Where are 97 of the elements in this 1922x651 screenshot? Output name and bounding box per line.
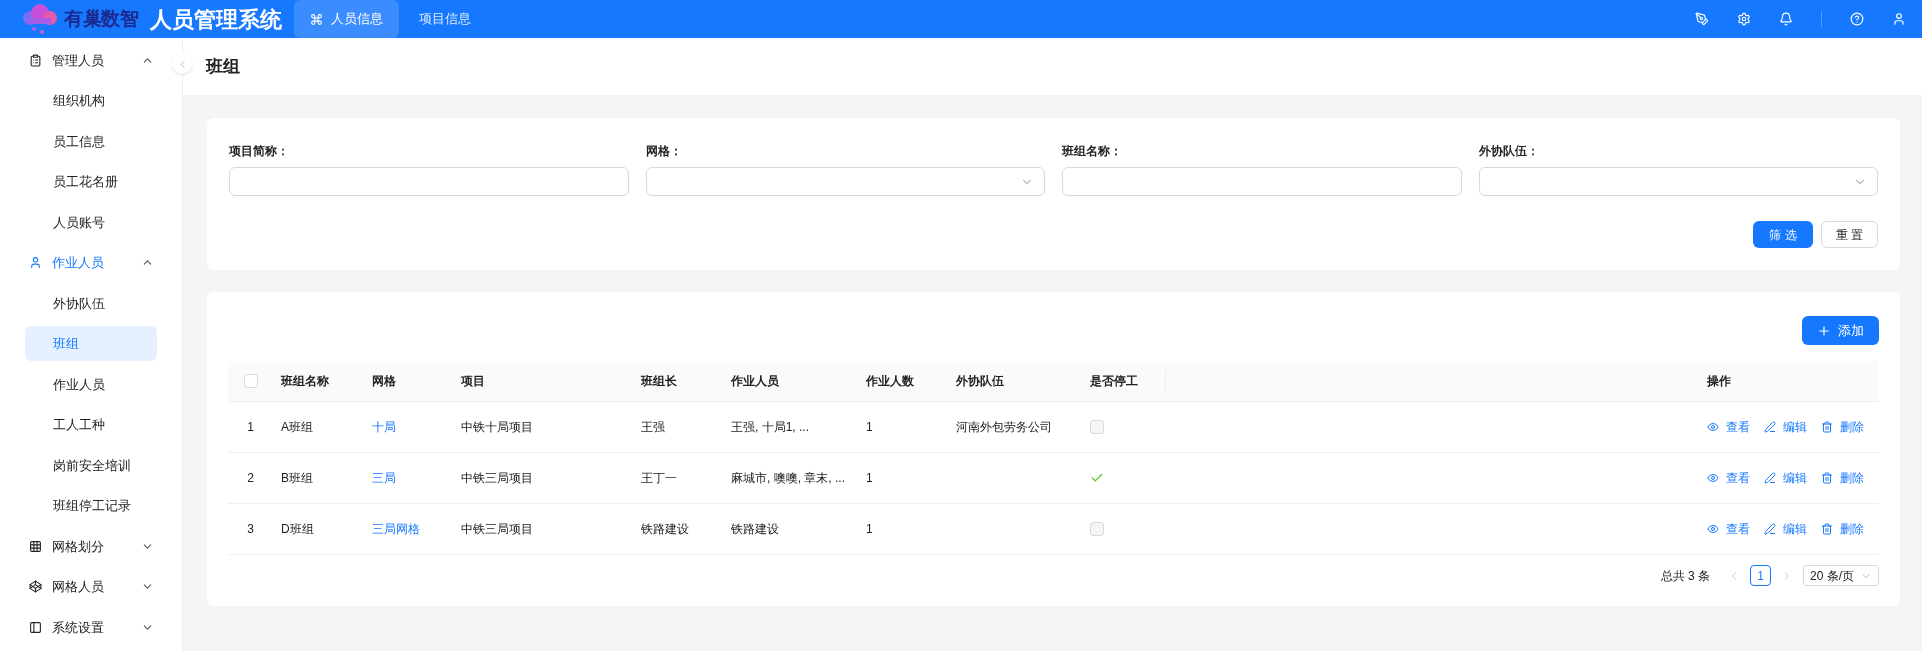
pencil-icon (1764, 472, 1776, 484)
user-icon[interactable] (1892, 12, 1906, 26)
cube-icon (29, 580, 42, 594)
column-header: 作业人员 (730, 373, 779, 390)
table-cell: 河南外包劳务公司 (956, 420, 1052, 434)
panel-icon (29, 620, 42, 634)
menu-item[interactable]: 人员账号 (25, 204, 157, 240)
table-cell-text: 麻城市, 噢噢, 章末, ... (730, 470, 846, 487)
logo-icon (20, 2, 60, 36)
bell-icon[interactable] (1779, 12, 1793, 26)
grid-link[interactable]: 三局 (364, 471, 396, 485)
page-button[interactable]: 1 (1750, 565, 1771, 586)
action-link[interactable]: 编辑 (1764, 520, 1807, 538)
menu-group[interactable]: 网格人员 (0, 566, 168, 607)
filter-label: 项目简称： (229, 143, 290, 159)
app-title: 人员管理系统 (150, 5, 283, 34)
menu-group[interactable]: 系统设置 (0, 607, 168, 648)
action-link[interactable]: 编辑 (1764, 418, 1807, 436)
add-button[interactable]: 添加 (1802, 316, 1879, 345)
table-cell-text: 中铁三局项目 (460, 470, 534, 487)
action-link[interactable]: 查看 (1707, 418, 1750, 436)
eye-icon (1707, 523, 1719, 535)
trash-icon (1821, 421, 1833, 433)
table-cell-text: 王强 (640, 419, 666, 436)
action-link[interactable]: 删除 (1821, 418, 1864, 436)
table-cell-text: 中铁十局项目 (460, 419, 534, 436)
column-header: 操作 (1706, 373, 1731, 390)
column-header: 外协队伍 (955, 373, 1004, 390)
checkbox[interactable] (243, 374, 258, 388)
menu-item[interactable]: 员工信息 (25, 123, 157, 159)
page-title: 班组 (206, 55, 240, 78)
column-header: 是否停工 (1089, 373, 1138, 390)
table-cell-text: 铁路建设 (640, 521, 690, 538)
nav-tab[interactable]: 项目信息 (403, 0, 488, 38)
action-link[interactable]: 查看 (1707, 469, 1750, 487)
action-link[interactable]: 查看 (1707, 520, 1750, 538)
column-header: 班组长 (639, 373, 677, 390)
eye-icon (1707, 472, 1719, 484)
column-header: 作业人数 (865, 373, 914, 390)
table-cell-text: 1 (865, 470, 874, 487)
menu-item[interactable]: 外协队伍 (25, 285, 157, 321)
select-field[interactable] (1478, 167, 1878, 196)
column-header: 网格 (371, 373, 396, 390)
table-cell-text: 王丁一 (640, 470, 678, 487)
action-link[interactable]: 删除 (1821, 469, 1864, 487)
filter-label: 网格： (645, 143, 683, 159)
pencil-icon (1764, 523, 1776, 535)
table-cell-text: 王强, 十局1, ... (730, 419, 810, 436)
menu-item[interactable]: 作业人员 (25, 366, 157, 402)
table-cell-text: A班组 (280, 419, 314, 436)
menu-item[interactable]: 组织机构 (25, 83, 157, 119)
table-cell-text: D班组 (280, 521, 315, 538)
action-link[interactable]: 删除 (1821, 520, 1864, 538)
table-cell-text: 1 (865, 419, 874, 436)
filter-label: 外协队伍： (1478, 143, 1540, 159)
filter-button[interactable]: 筛 选 (1753, 221, 1813, 248)
user-icon (29, 256, 42, 270)
menu-item[interactable]: 班组停工记录 (25, 488, 157, 524)
table-cell-text: 中铁三局项目 (460, 521, 534, 538)
table-cell-text: 1 (865, 521, 874, 538)
logo-text: 有巢数智 (64, 6, 139, 31)
menu-item[interactable]: 岗前安全培训 (25, 447, 157, 483)
command-icon (310, 12, 324, 26)
column-header: 班组名称 (279, 373, 329, 390)
input-field[interactable] (229, 167, 629, 196)
menu-item[interactable]: 工人工种 (25, 407, 157, 443)
column-header: 项目 (460, 373, 485, 390)
eye-icon (1707, 421, 1719, 433)
total-count: 总共 3 条 (1660, 567, 1710, 585)
pencil-icon (1764, 421, 1776, 433)
plus-icon (1817, 323, 1831, 338)
help-icon[interactable] (1850, 12, 1864, 26)
clipboard-icon (29, 53, 42, 67)
page-size-select[interactable]: 20 条/页 (1803, 565, 1879, 586)
collapse-button[interactable] (172, 54, 192, 74)
table-cell-text: 铁路建设 (730, 521, 780, 538)
grid-link[interactable]: 三局网格 (364, 522, 420, 536)
menu-group[interactable]: 管理人员 (0, 40, 168, 81)
reset-button[interactable]: 重 置 (1820, 221, 1878, 248)
menu-group[interactable]: 网格划分 (0, 526, 168, 567)
row-number: 3 (246, 521, 255, 538)
row-number: 1 (246, 419, 255, 436)
trash-icon (1821, 523, 1833, 535)
action-link[interactable]: 编辑 (1764, 469, 1807, 487)
grid-icon (29, 539, 42, 553)
table-cell-text: B班组 (280, 470, 314, 487)
input-field[interactable] (1062, 167, 1462, 196)
menu-item[interactable]: 班组 (25, 326, 157, 362)
settings-icon[interactable] (1737, 12, 1751, 26)
nav-tab[interactable]: 人员信息 (294, 0, 400, 38)
menu-item[interactable]: 员工花名册 (25, 164, 157, 200)
row-number: 2 (246, 470, 255, 487)
select-field[interactable] (645, 167, 1045, 196)
trash-icon (1821, 472, 1833, 484)
filter-label: 班组名称： (1062, 143, 1123, 159)
grid-link[interactable]: 十局 (364, 420, 396, 434)
menu-group[interactable]: 作业人员 (0, 242, 168, 283)
